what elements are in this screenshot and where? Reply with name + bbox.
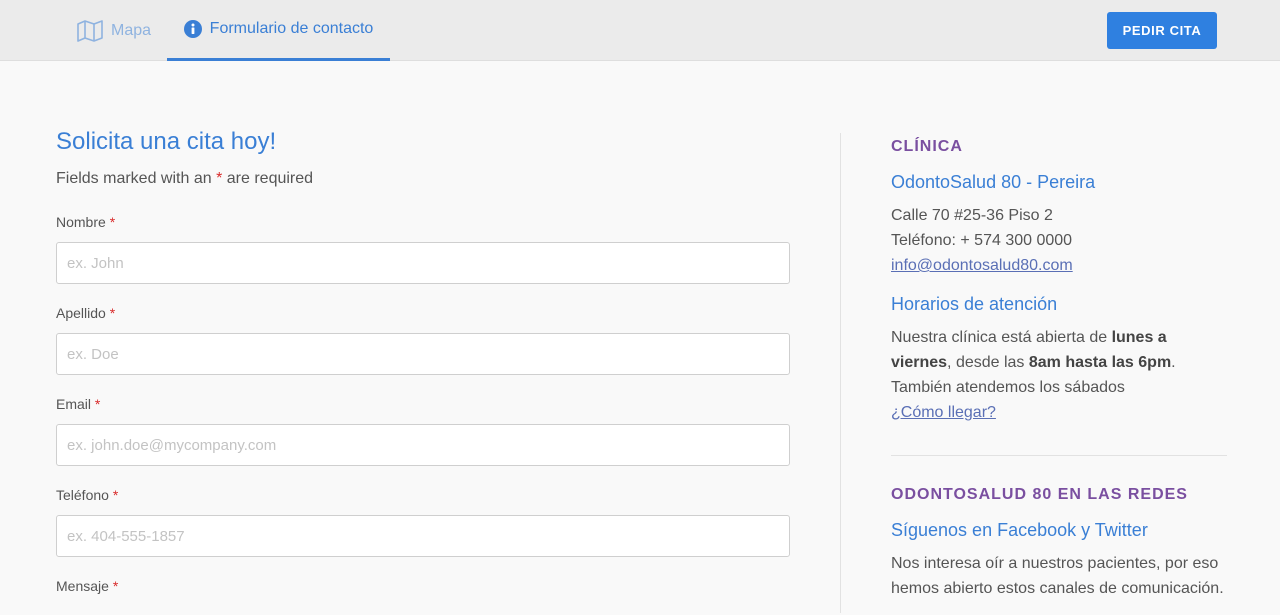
apellido-input[interactable]: [56, 333, 790, 375]
email-input[interactable]: [56, 424, 790, 466]
hours-text: Nuestra clínica está abierta de lunes a …: [891, 325, 1227, 400]
email-label: Email: [56, 396, 92, 412]
tab-contact-form-label: Formulario de contacto: [209, 20, 374, 37]
tab-contact-form[interactable]: Formulario de contacto: [167, 0, 390, 61]
required-star: *: [109, 305, 116, 321]
apellido-label: Apellido: [56, 305, 106, 321]
section-divider: [891, 455, 1227, 456]
top-nav: Mapa Formulario de contacto PEDIR CITA: [0, 0, 1280, 61]
required-note-prefix: Fields marked with an: [56, 170, 212, 187]
contact-form: Solicita una cita hoy! Fields marked wit…: [56, 128, 790, 615]
phone: Teléfono: + 574 300 0000: [891, 232, 1073, 249]
field-email: Email *: [56, 396, 790, 466]
nombre-input[interactable]: [56, 242, 790, 284]
required-star: *: [112, 578, 119, 594]
required-star: *: [109, 214, 116, 230]
social-title: Síguenos en Facebook y Twitter: [891, 520, 1148, 540]
map-icon: [77, 19, 103, 42]
field-label: Apellido *: [56, 305, 790, 321]
hours-text-2: , desde las: [947, 354, 1029, 371]
column-divider: [840, 133, 841, 613]
tab-map-label: Mapa: [111, 21, 152, 39]
field-label: Teléfono *: [56, 487, 790, 503]
clinic-name: OdontoSalud 80 - Pereira: [891, 172, 1096, 192]
required-star: *: [216, 170, 223, 187]
form-title: Solicita una cita hoy!: [56, 128, 277, 155]
required-note: Fields marked with an * are required: [56, 170, 790, 188]
info-icon: [183, 20, 202, 38]
request-appointment-button[interactable]: PEDIR CITA: [1107, 12, 1217, 49]
hours-text-1: Nuestra clínica está abierta de: [891, 329, 1112, 346]
hours-title: Horarios de atención: [891, 294, 1058, 314]
directions-link[interactable]: ¿Cómo llegar?: [891, 404, 996, 421]
nombre-label: Nombre: [56, 214, 106, 230]
telefono-label: Teléfono: [56, 487, 109, 503]
social-heading: ODONTOSALUD 80 EN LAS REDES: [891, 486, 1188, 503]
field-apellido: Apellido *: [56, 305, 790, 375]
telefono-input[interactable]: [56, 515, 790, 557]
field-label: Email *: [56, 396, 790, 412]
address: Calle 70 #25-36 Piso 2: [891, 207, 1053, 224]
field-telefono: Teléfono *: [56, 487, 790, 557]
hours-times: 8am hasta las 6pm: [1028, 354, 1172, 371]
field-mensaje: Mensaje *: [56, 578, 790, 594]
social-text: Nos interesa oír a nuestros pacientes, p…: [891, 555, 1224, 597]
clinic-info-sidebar: CLÍNICA OdontoSalud 80 - Pereira Calle 7…: [891, 138, 1227, 601]
mensaje-label: Mensaje: [56, 578, 109, 594]
field-label: Nombre *: [56, 214, 790, 230]
field-nombre: Nombre *: [56, 214, 790, 284]
tab-map[interactable]: Mapa: [77, 0, 151, 61]
clinic-heading: CLÍNICA: [891, 138, 963, 155]
required-note-suffix: are required: [226, 170, 314, 187]
required-star: *: [112, 487, 119, 503]
email-link[interactable]: info@odontosalud80.com: [891, 257, 1073, 274]
required-star: *: [94, 396, 101, 412]
field-label: Mensaje *: [56, 578, 790, 594]
